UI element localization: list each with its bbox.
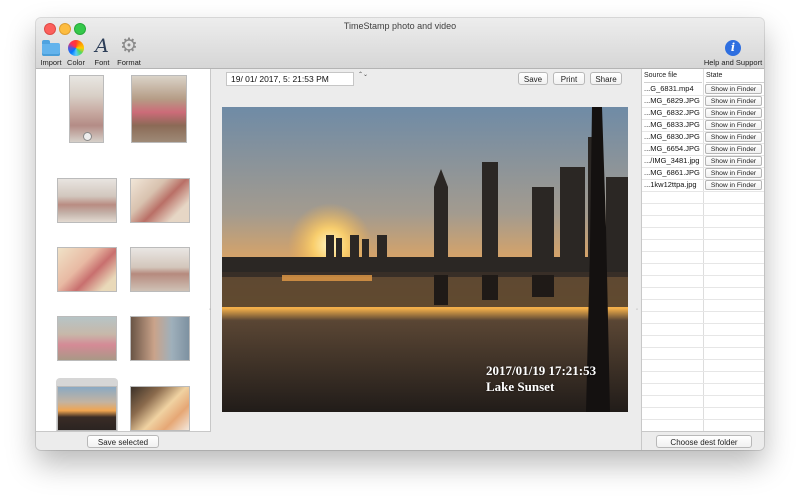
thumbnail-video[interactable] [70,76,103,142]
right-splitter-handle[interactable]: ◦ [636,307,640,315]
play-icon [83,132,92,141]
stamp-caption: Lake Sunset [486,379,555,394]
thumbnail-photo[interactable] [131,248,189,291]
source-file-name: .../IMG_3481.jpg [644,156,700,165]
source-file-name: ...MG_6832.JPG [644,108,700,117]
date-time-field[interactable]: 19/ 01/ 2017, 5: 21:53 PM [226,72,354,86]
right-footer: Choose dest folder [641,431,764,450]
share-button[interactable]: Share [590,72,622,85]
thumbnail-photo[interactable] [131,179,189,222]
show-in-finder-button[interactable]: Show in Finder [705,144,762,154]
print-button[interactable]: Print [553,72,585,85]
help-label: Help and Support [703,58,763,67]
preview-panel: 19/ 01/ 2017, 5: 21:53 PM ⌃⌄ Save Print … [209,69,640,450]
show-in-finder-button[interactable]: Show in Finder [705,96,762,106]
window-title: TimeStamp photo and video [343,21,457,31]
source-file-name: ...MG_6829.JPG [644,96,700,105]
left-footer: Save selected [36,431,211,450]
help-button[interactable]: i Help and Support [698,36,764,67]
source-file-name: ...1kw12ttpa.jpg [644,180,697,189]
color-wheel-icon [68,40,84,56]
thumbnail-photo[interactable] [131,317,189,360]
show-in-finder-button[interactable]: Show in Finder [705,168,762,178]
thumbnail-photo[interactable] [58,248,116,291]
thumbnail-photo[interactable] [58,179,116,222]
thumbnail-photo[interactable] [132,76,186,142]
app-window: TimeStamp photo and video Import Color A… [36,18,764,450]
thumbnail-panel[interactable] [36,69,211,438]
source-file-name: ...MG_6861.JPG [644,168,700,177]
column-header-state[interactable]: State [706,69,764,83]
show-in-finder-button[interactable]: Show in Finder [705,120,762,130]
stamp-datetime: 2017/01/19 17:21:53 [486,363,597,378]
info-icon: i [725,40,741,56]
thumbnail-photo-selected[interactable] [58,387,116,430]
gear-icon: ⚙ [120,35,138,57]
save-button[interactable]: Save [518,72,548,85]
date-stepper[interactable]: ⌃⌄ [358,72,368,86]
folder-icon [42,40,60,56]
show-in-finder-button[interactable]: Show in Finder [705,180,762,190]
column-header-source-file[interactable]: Source file [644,69,702,83]
show-in-finder-button[interactable]: Show in Finder [705,108,762,118]
thumbnail-photo[interactable] [131,387,189,430]
source-file-name: ...MG_6830.JPG [644,132,700,141]
choose-dest-folder-button[interactable]: Choose dest folder [656,435,752,448]
file-table: Source file State ...G_6831.mp4 Show in F… [641,69,764,432]
format-label: Format [117,58,141,67]
preview-photo: 2017/01/19 17:21:53 Lake Sunset [222,107,628,412]
timestamp-overlay: 2017/01/19 17:21:53 Lake Sunset [486,363,596,395]
left-splitter-handle[interactable]: ◦ [209,307,213,315]
font-icon: A [95,35,109,57]
source-file-name: ...MG_6833.JPG [644,120,700,129]
show-in-finder-button[interactable]: Show in Finder [705,156,762,166]
show-in-finder-button[interactable]: Show in Finder [705,132,762,142]
thumbnail-photo[interactable] [58,317,116,360]
source-file-name: ...G_6831.mp4 [644,84,694,93]
show-in-finder-button[interactable]: Show in Finder [705,84,762,94]
format-button[interactable]: ⚙ Format [112,36,146,67]
save-selected-button[interactable]: Save selected [87,435,159,448]
source-file-name: ...MG_6654.JPG [644,144,700,153]
title-bar: TimeStamp photo and video Import Color A… [36,18,764,69]
